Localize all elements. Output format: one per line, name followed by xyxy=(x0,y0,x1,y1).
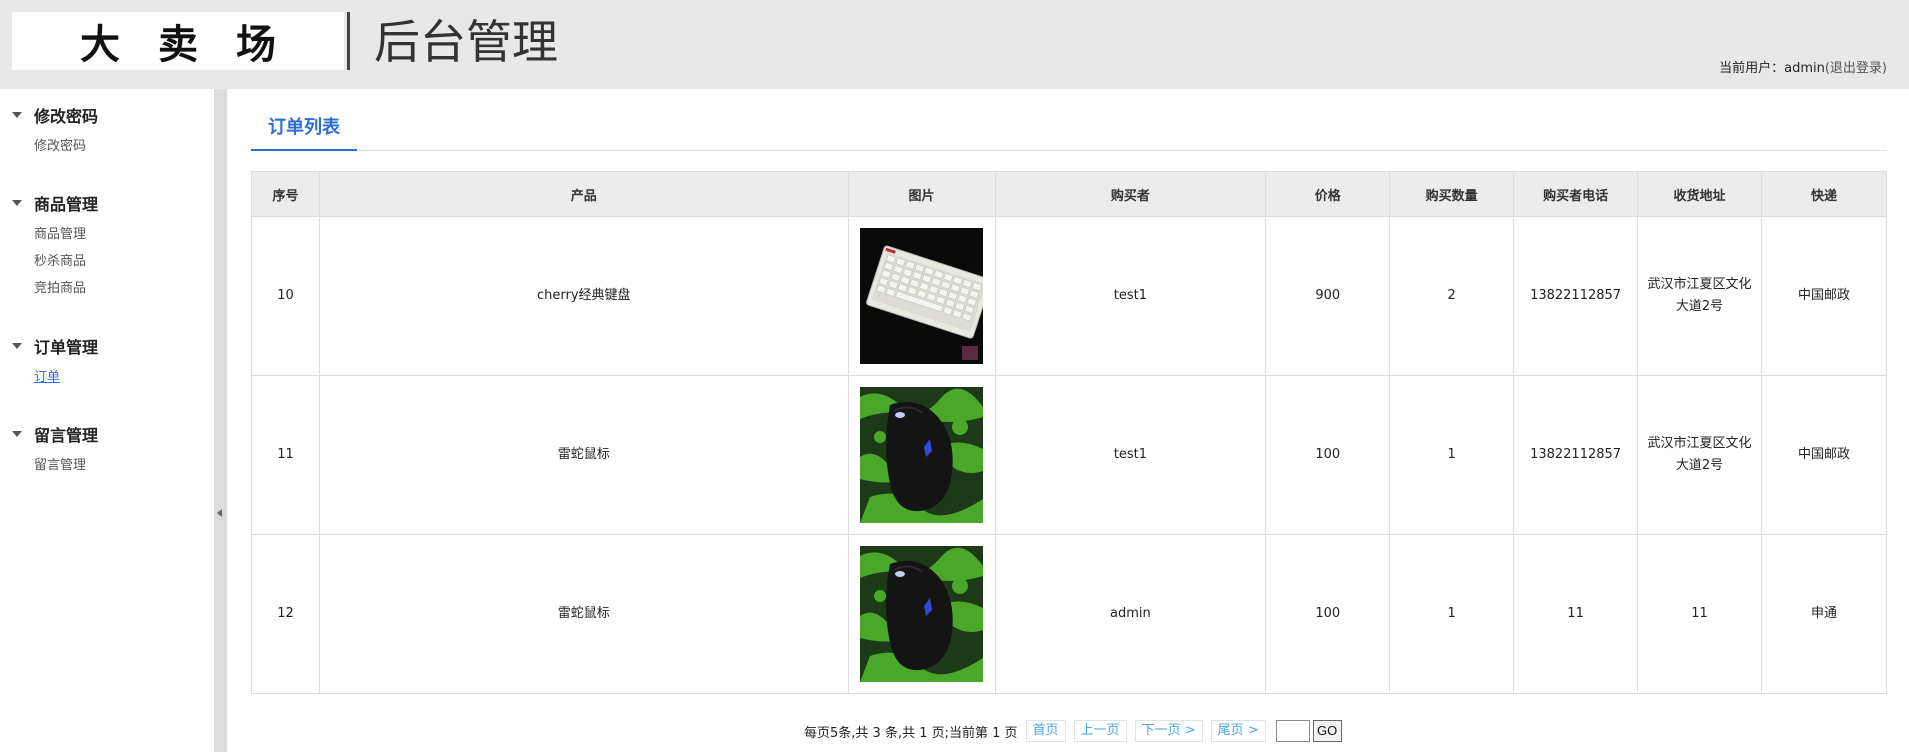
menu-group-products: 商品管理 商品管理 秒杀商品 竞拍商品 xyxy=(0,191,214,302)
prev-page-button[interactable]: 上一页 xyxy=(1073,720,1127,742)
logo-text: 大卖场 xyxy=(80,21,314,68)
cell-id: 12 xyxy=(251,534,320,694)
sidebar-item-products[interactable]: 商品管理 xyxy=(34,221,214,248)
cell-address: 11 xyxy=(1637,534,1763,694)
column-header: 产品 xyxy=(318,171,849,217)
header-divider xyxy=(347,12,350,70)
cell-express: 中国邮政 xyxy=(1761,216,1887,376)
cell-id: 11 xyxy=(251,375,320,535)
menu-title: 修改密码 xyxy=(34,107,99,126)
column-header: 购买数量 xyxy=(1389,171,1515,217)
collapse-arrow-icon[interactable] xyxy=(217,509,222,517)
last-page-button[interactable]: 尾页 > xyxy=(1210,720,1266,742)
cell-product: 雷蛇鼠标 xyxy=(318,534,849,694)
cell-express: 中国邮政 xyxy=(1761,375,1887,535)
cell-image xyxy=(847,534,996,694)
cell-address: 武汉市江夏区文化大道2号 xyxy=(1637,216,1763,376)
sidebar-item-flash-sale[interactable]: 秒杀商品 xyxy=(34,248,214,275)
menu-group-messages: 留言管理 留言管理 xyxy=(0,422,214,479)
menu-head-messages[interactable]: 留言管理 xyxy=(0,422,214,446)
table-header-row: 序号 产品 图片 购买者 价格 购买数量 购买者电话 收货地址 快递 xyxy=(251,171,1887,217)
cell-product: 雷蛇鼠标 xyxy=(318,375,849,535)
cell-product: cherry经典键盘 xyxy=(318,216,849,376)
menu-group-password: 修改密码 修改密码 xyxy=(0,103,214,160)
menu-title: 留言管理 xyxy=(34,426,99,445)
orders-table: 序号 产品 图片 购买者 价格 购买数量 购买者电话 收货地址 快递 10 ch… xyxy=(251,171,1887,694)
current-username: admin xyxy=(1784,61,1825,76)
column-header: 价格 xyxy=(1265,171,1391,217)
sidebar-collapse-bar[interactable] xyxy=(214,89,227,752)
caret-down-icon xyxy=(12,431,22,437)
page-title: 后台管理 xyxy=(374,15,558,69)
tab-bar: 订单列表 xyxy=(251,111,1887,151)
main-content: 订单列表 序号 产品 图片 购买者 价格 购买数量 购买者电话 收货地址 快递 … xyxy=(227,89,1909,752)
cell-express: 申通 xyxy=(1761,534,1887,694)
cell-quantity: 2 xyxy=(1389,216,1515,376)
logo: 大卖场 xyxy=(12,12,344,70)
caret-down-icon xyxy=(12,112,22,118)
cell-buyer: admin xyxy=(994,534,1267,694)
menu-head-products[interactable]: 商品管理 xyxy=(0,191,214,215)
cell-price: 100 xyxy=(1265,534,1391,694)
column-header: 收货地址 xyxy=(1637,171,1763,217)
cell-buyer: test1 xyxy=(994,216,1267,376)
table-row: 11 雷蛇鼠标 test1 100 1 13822112857 武汉市江夏区文化… xyxy=(251,375,1887,535)
sidebar-item-auction[interactable]: 竞拍商品 xyxy=(34,275,214,302)
column-header: 序号 xyxy=(251,171,320,217)
cell-phone: 13822112857 xyxy=(1513,375,1639,535)
cell-price: 100 xyxy=(1265,375,1391,535)
header: 大卖场 后台管理 当前用户：admin(退出登录) xyxy=(0,0,1909,89)
cell-image xyxy=(847,375,996,535)
pagination: 每页5条,共 3 条,共 1 页;当前第 1 页 首页 上一页 下一页 > 尾页… xyxy=(804,720,1342,742)
first-page-button[interactable]: 首页 xyxy=(1025,720,1066,742)
current-user-label: 当前用户： xyxy=(1719,61,1785,76)
cell-quantity: 1 xyxy=(1389,375,1515,535)
cell-address: 武汉市江夏区文化大道2号 xyxy=(1637,375,1763,535)
cell-phone: 11 xyxy=(1513,534,1639,694)
column-header: 快递 xyxy=(1761,171,1887,217)
next-page-button[interactable]: 下一页 > xyxy=(1134,720,1203,742)
column-header: 购买者 xyxy=(994,171,1267,217)
column-header: 图片 xyxy=(847,171,996,217)
address-text: 武汉市江夏区文化大道2号 xyxy=(1647,277,1752,314)
table-row: 10 cherry经典键盘 test1 900 2 13822112857 武汉… xyxy=(251,216,1887,376)
mouse-image xyxy=(860,546,984,682)
menu-group-orders: 订单管理 订单 xyxy=(0,334,214,391)
menu-title: 订单管理 xyxy=(34,338,99,357)
logout-link[interactable]: (退出登录) xyxy=(1825,61,1887,76)
menu-head-orders[interactable]: 订单管理 xyxy=(0,334,214,358)
menu-title: 商品管理 xyxy=(34,195,99,214)
sidebar-item-change-password[interactable]: 修改密码 xyxy=(34,133,214,160)
menu-head-password[interactable]: 修改密码 xyxy=(0,103,214,127)
cell-id: 10 xyxy=(251,216,320,376)
page-number-input[interactable] xyxy=(1275,720,1310,742)
pagination-summary: 每页5条,共 3 条,共 1 页;当前第 1 页 xyxy=(804,725,1018,741)
tab-order-list[interactable]: 订单列表 xyxy=(251,111,357,151)
caret-down-icon xyxy=(12,343,22,349)
column-header: 购买者电话 xyxy=(1513,171,1639,217)
sidebar: 修改密码 修改密码 商品管理 商品管理 秒杀商品 竞拍商品 订单管理 订单 留言… xyxy=(0,89,214,752)
sidebar-item-orders[interactable]: 订单 xyxy=(34,364,214,391)
cell-quantity: 1 xyxy=(1389,534,1515,694)
cell-phone: 13822112857 xyxy=(1513,216,1639,376)
address-text: 武汉市江夏区文化大道2号 xyxy=(1647,436,1752,473)
cell-buyer: test1 xyxy=(994,375,1267,535)
caret-down-icon xyxy=(12,200,22,206)
sidebar-item-messages[interactable]: 留言管理 xyxy=(34,452,214,479)
keyboard-image xyxy=(860,228,984,364)
go-button[interactable]: GO xyxy=(1312,720,1342,742)
cell-price: 900 xyxy=(1265,216,1391,376)
mouse-image xyxy=(860,387,984,523)
user-bar: 当前用户：admin(退出登录) xyxy=(1719,57,1887,76)
table-row: 12 雷蛇鼠标 admin 100 1 11 11 申通 xyxy=(251,534,1887,694)
cell-image xyxy=(847,216,996,376)
